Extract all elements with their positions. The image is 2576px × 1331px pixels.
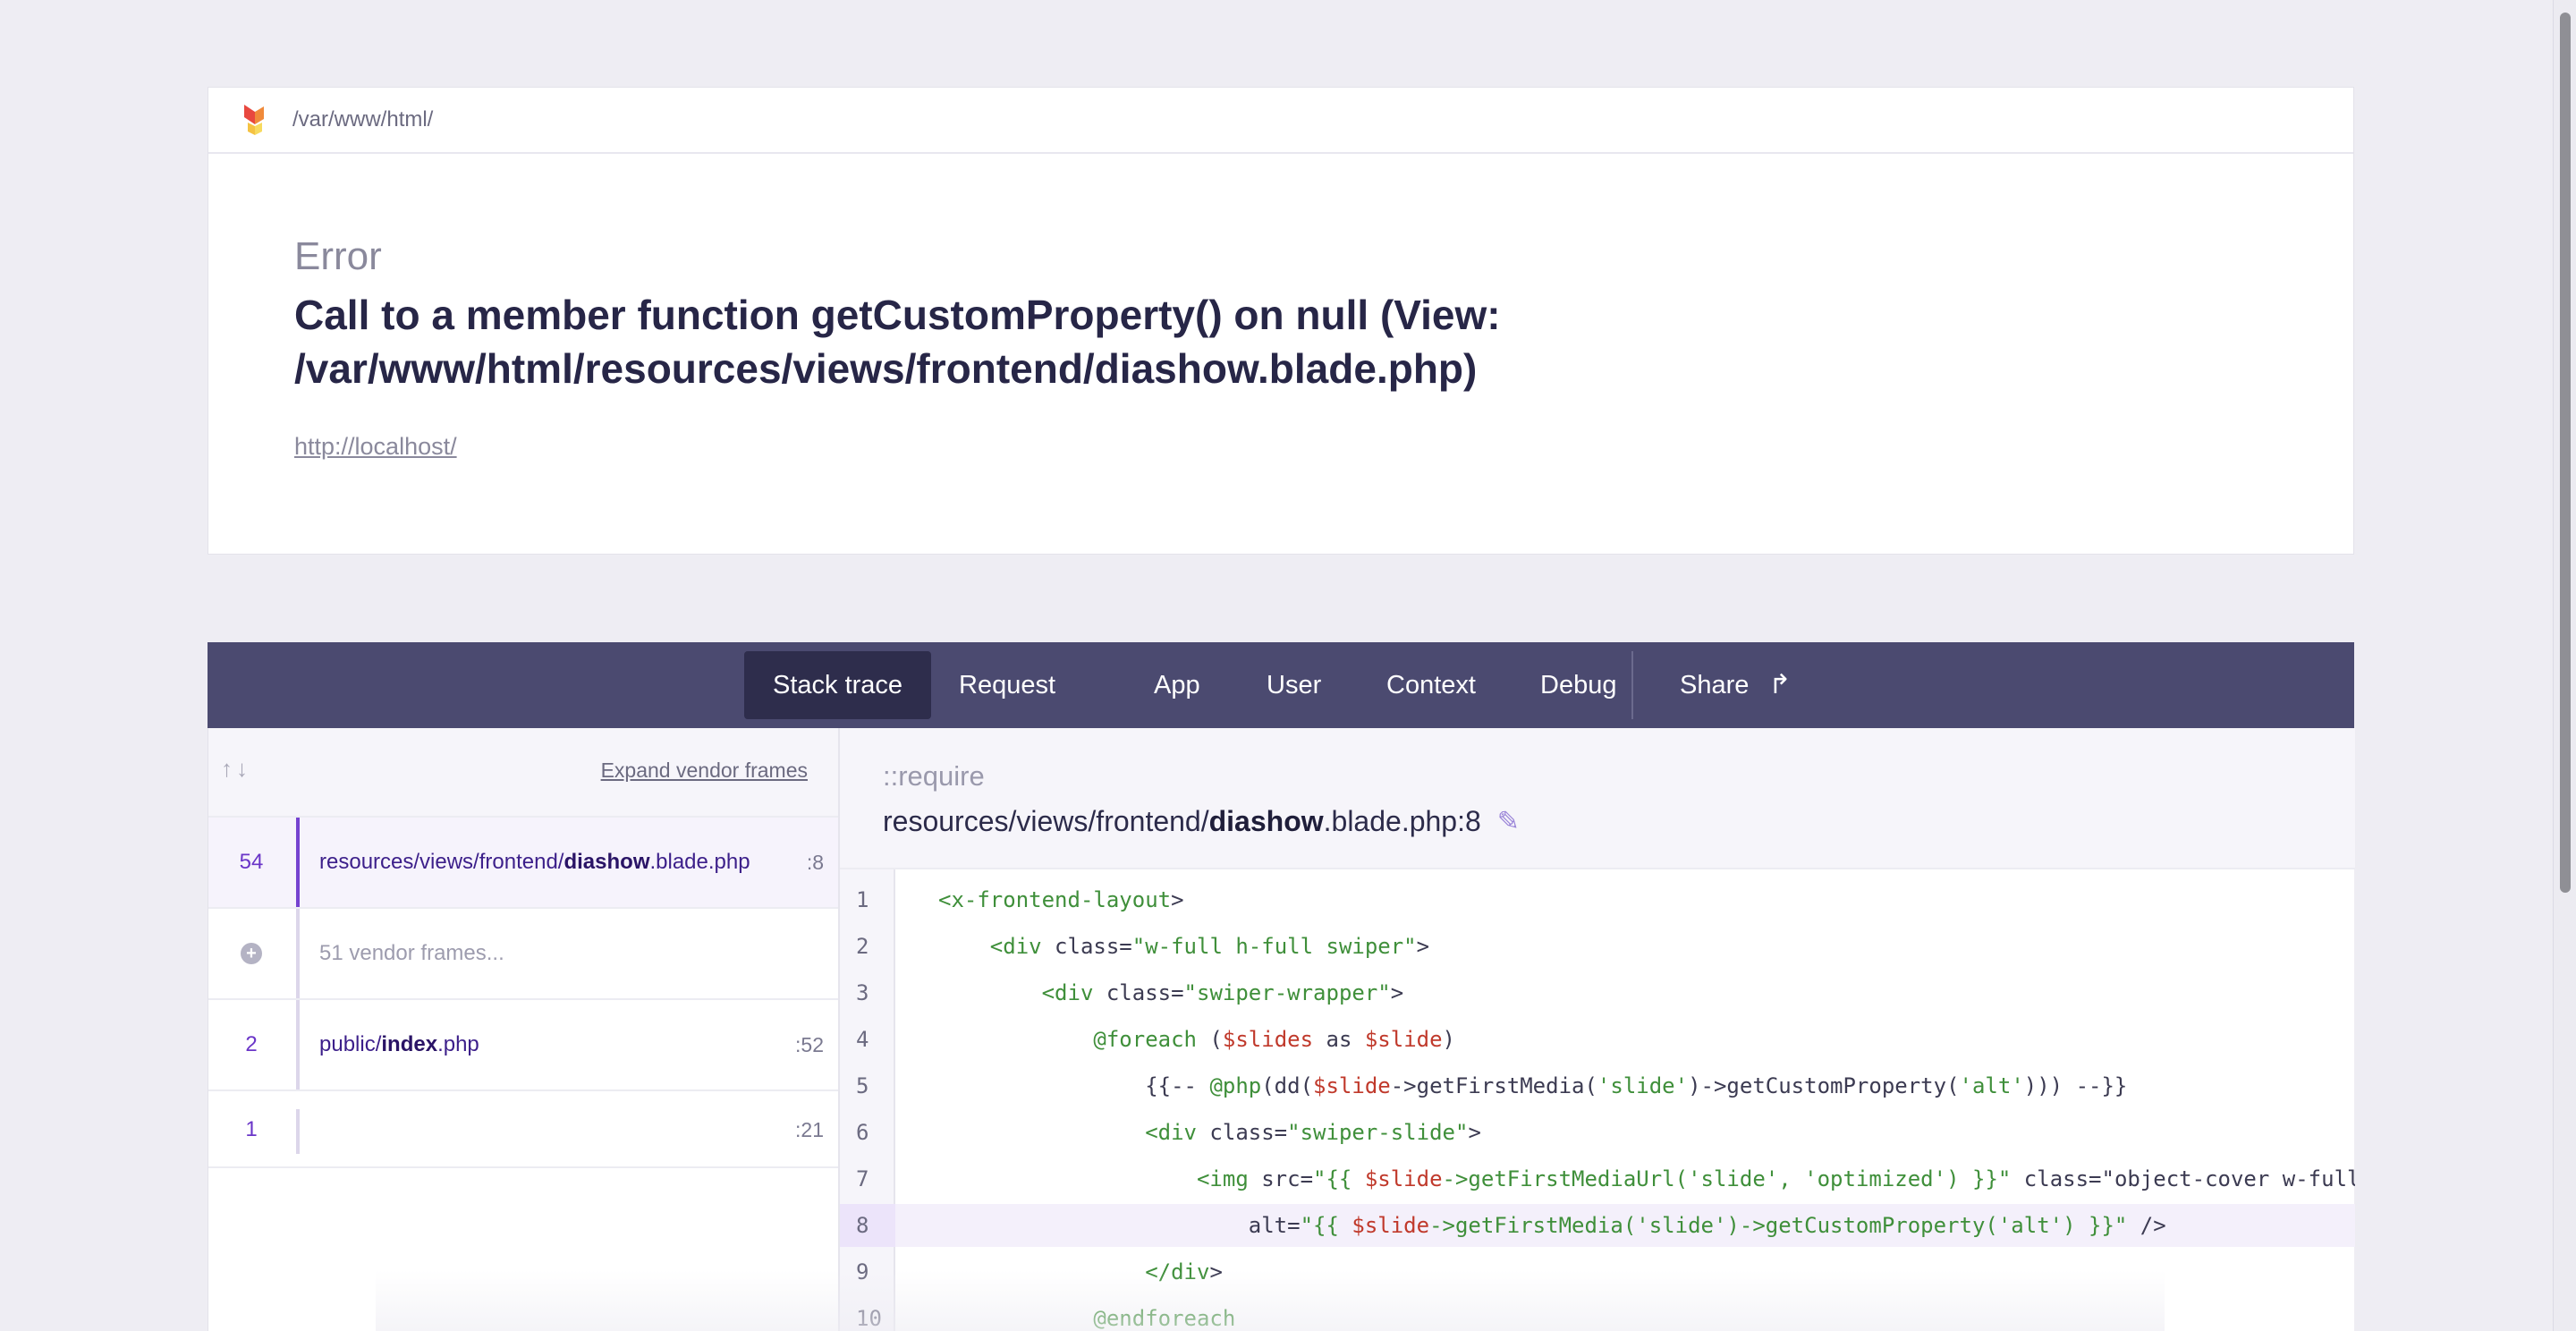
frame-file-name: diashow [564,850,650,874]
expand-vendor-frames-button[interactable]: Expand vendor frames [601,759,808,783]
code-line-number: 7 [856,1166,869,1191]
frame-file: public/index.php [319,1000,479,1089]
code-line-source: <div class="swiper-slide"> [1145,1120,1481,1145]
bottom-fade [376,1270,2165,1331]
app-path: /var/www/html/ [292,107,434,131]
frame-file: resources/views/frontend/diashow.blade.p… [319,818,750,907]
plus-circle-icon: + [241,943,262,964]
code-line-source: alt="{{ $slide->getFirstMedia('slide')->… [938,1213,2166,1238]
code-line-number: 6 [856,1120,869,1145]
frame-line: :21 [795,1118,824,1141]
frame-file-suffix: .php [437,1032,479,1056]
frame-file-prefix: resources/views/frontend/ [319,850,564,874]
frame-file-suffix: .blade.php [649,850,750,874]
vendor-frames-row[interactable]: + 51 vendor frames... [208,909,838,1000]
tab-user[interactable]: User [1238,651,1350,719]
code-line-source: @foreach ($slides as $slide) [1093,1027,1455,1052]
vendor-frames-label: 51 vendor frames... [319,941,504,965]
code-line-number: 8 [840,1204,895,1247]
edit-pencil-icon[interactable]: ✎ [1497,806,1520,837]
share-label: Share [1680,671,1750,699]
code-line-source: <div class="swiper-wrapper"> [1041,980,1404,1005]
frames-header: ↑↓ Expand vendor frames [208,728,838,818]
error-header-card: /var/www/html/ Error Call to a member fu… [208,87,2354,555]
code-file-name: diashow [1208,805,1324,837]
frame-row[interactable]: 2 public/index.php :52 [208,1000,838,1091]
code-file-prefix: resources/views/frontend/ [883,805,1209,837]
code-line: 1 <x-frontend-layout> [840,878,2355,921]
frame-navigation-arrows-icon[interactable]: ↑↓ [221,755,251,783]
code-line-source: <x-frontend-layout> [938,887,1184,912]
frame-number: 2 [245,1032,258,1056]
exception-type: Error [294,234,382,278]
frame-file-prefix: public/ [319,1032,382,1056]
code-line: 5 {{-- @php(dd($slide->getFirstMedia('sl… [840,1064,2355,1107]
code-snippet: 1 <x-frontend-layout> 2 <div class="w-full… [840,869,2355,1331]
code-line-number: 5 [856,1073,869,1098]
frame-line: :52 [795,1033,824,1056]
tab-request[interactable]: Request [930,651,1084,719]
tab-context[interactable]: Context [1358,651,1504,719]
page-scrollbar[interactable] [2553,0,2576,1331]
code-line-number: 1 [856,887,869,912]
ignition-logo-icon [244,105,264,135]
tab-divider [1631,651,1633,719]
request-url-link[interactable]: http://localhost/ [294,433,457,461]
code-line-source: {{-- @php(dd($slide->getFirstMedia('slid… [938,1073,2128,1098]
frame-line: :8 [806,851,824,874]
frame-indicator [296,1000,300,1089]
header-topbar: /var/www/html/ [208,88,2353,154]
frame-indicator [296,909,300,998]
error-body: Error Call to a member function getCusto… [208,154,2353,461]
frame-row[interactable]: 1 :21 [208,1091,838,1168]
code-line: 7 <img src="{{ $slide->getFirstMediaUrl(… [840,1157,2355,1200]
tab-share[interactable]: Share ↱ [1651,651,1820,719]
frame-method: ::require [883,760,985,792]
frame-indicator [296,818,300,907]
code-file-path: resources/views/frontend/diashow .blade.p… [883,805,2355,838]
frame-number: 1 [245,1117,258,1141]
code-line: 2 <div class="w-full h-full swiper"> [840,925,2355,968]
code-line-source: <div class="w-full h-full swiper"> [989,934,1430,959]
frame-file-name: index [381,1032,438,1056]
code-line-number: 2 [856,934,869,959]
tab-stack-trace[interactable]: Stack trace [744,651,932,719]
code-line: 8 alt="{{ $slide->getFirstMedia('slide')… [840,1204,2355,1247]
stack-trace-panel: ↑↓ Expand vendor frames 54 resources/vie… [208,728,2355,1331]
code-line: 3 <div class="swiper-wrapper"> [840,971,2355,1014]
code-line: 4 @foreach ($slides as $slide) [840,1018,2355,1061]
frames-column: ↑↓ Expand vendor frames 54 resources/vie… [208,728,840,1331]
frame-row[interactable]: 54 resources/views/frontend/diashow.blad… [208,818,838,909]
tab-app[interactable]: App [1125,651,1229,719]
code-line-source: <img src="{{ $slide->getFirstMediaUrl('s… [1196,1166,2355,1191]
code-line-number: 4 [856,1027,869,1052]
code-file-suffix: .blade.php:8 [1323,805,1481,837]
tab-bar: Stack trace Request App User Context Deb… [208,642,2354,728]
code-column: ::require resources/views/frontend/diash… [840,728,2355,1331]
exception-message: Call to a member function getCustomPrope… [294,292,1501,392]
code-line-number: 3 [856,980,869,1005]
code-header: ::require resources/views/frontend/diash… [840,728,2355,869]
share-arrow-icon: ↱ [1768,670,1792,699]
code-line: 6 <div class="swiper-slide"> [840,1111,2355,1154]
frame-number: 54 [239,850,264,874]
frame-indicator [296,1109,300,1154]
scrollbar-thumb[interactable] [2560,13,2571,893]
tab-debug[interactable]: Debug [1512,651,1645,719]
